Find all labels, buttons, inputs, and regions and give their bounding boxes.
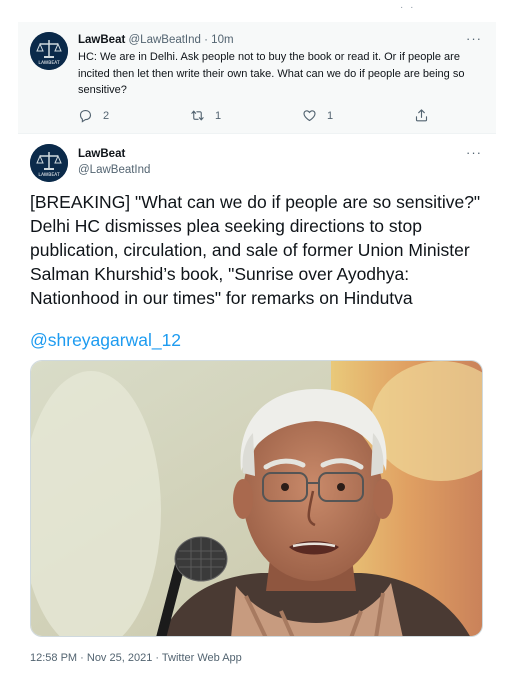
meta-separator: · [152,652,162,664]
svg-text:LAWBEAT: LAWBEAT [38,60,60,66]
author-handle[interactable]: @LawBeatInd [129,34,201,46]
avatar[interactable]: LAWBEAT [30,144,68,182]
tweet-meta: 12:58 PM · Nov 25, 2021 · Twitter Web Ap… [30,652,242,664]
tweet-photo[interactable] [30,360,483,637]
mention-link[interactable]: @shreyagarwal_12 [30,328,181,352]
previous-tweet-edge: · · [0,0,509,18]
reply-icon [79,109,92,123]
main-tweet[interactable]: LAWBEAT LawBeat @LawBeatInd ··· [BREAKIN… [18,134,496,688]
like-button[interactable]: 1 [302,108,333,123]
avatar[interactable]: LAWBEAT [30,32,68,70]
reply-author-row: LawBeat @LawBeatInd · 10m [78,32,486,48]
action-bar: 2 1 1 [78,108,458,126]
tweet-date[interactable]: Nov 25, 2021 [87,652,152,664]
retweet-button[interactable]: 1 [190,108,221,123]
reply-button[interactable]: 2 [78,108,109,123]
retweet-count: 1 [215,109,222,122]
more-icon[interactable]: ··· [466,146,482,159]
photo-image [31,361,482,636]
separator: · [204,34,208,46]
timestamp[interactable]: 10m [211,34,233,46]
share-button[interactable] [414,108,439,123]
svg-text:LAWBEAT: LAWBEAT [38,172,60,178]
meta-separator: · [77,652,87,664]
heart-icon [303,110,316,122]
retweet-icon [191,110,204,121]
previous-tweet-fragment: · · [400,2,416,13]
author-handle[interactable]: @LawBeatInd [78,162,150,178]
author-name[interactable]: LawBeat [78,34,125,46]
like-count: 1 [327,109,334,122]
tweet-source[interactable]: Twitter Web App [162,652,242,664]
lawbeat-logo-icon: LAWBEAT [30,32,68,70]
share-icon [415,109,428,122]
reply-count: 2 [103,109,110,122]
tweet-time[interactable]: 12:58 PM [30,652,77,664]
lawbeat-logo-icon: LAWBEAT [30,144,68,182]
main-tweet-text: [BREAKING] "What can we do if people are… [30,192,481,308]
author-name[interactable]: LawBeat [78,146,150,162]
more-icon[interactable]: ··· [466,32,482,45]
reply-tweet[interactable]: LAWBEAT LawBeat @LawBeatInd · 10m HC: We… [18,22,496,134]
reply-tweet-text: HC: We are in Delhi. Ask people not to b… [78,51,465,96]
